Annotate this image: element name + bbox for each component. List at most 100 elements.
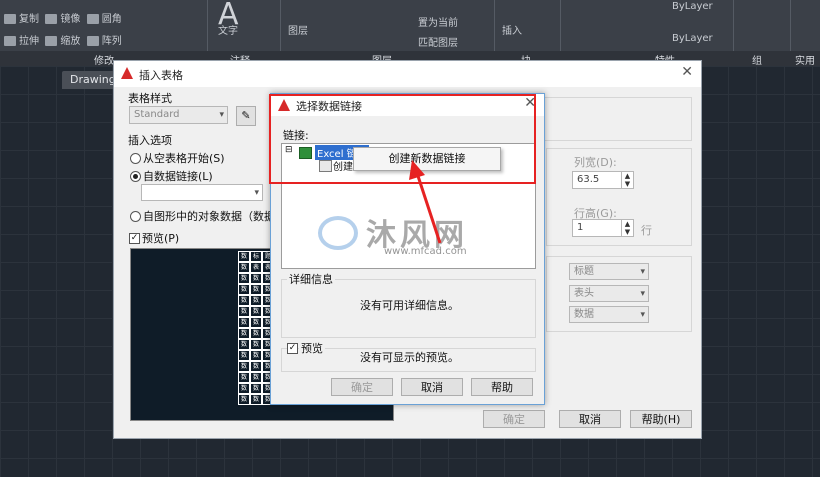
edit-icon: ✎ <box>241 109 251 122</box>
ribbon-row-2: 拉伸 缩放 阵列 <box>4 32 122 47</box>
radio-object-data-label[interactable]: 自图形中的对象数据（数据提 <box>143 208 286 224</box>
link-help-button[interactable]: 帮助 <box>471 378 533 396</box>
preview-cell: 数 <box>250 295 262 306</box>
chevron-down-icon: ▾ <box>254 188 259 198</box>
radio-empty-table-label[interactable]: 从空表格开始(S) <box>143 150 225 166</box>
link-preview-label[interactable]: 预览 <box>299 340 325 356</box>
preview-cell: 数 <box>238 284 250 295</box>
ribbon-separator <box>560 0 561 51</box>
preview-cell: 数 <box>250 317 262 328</box>
preview-cell: 数 <box>238 383 250 394</box>
layer-props-label[interactable]: 图层 <box>288 22 308 37</box>
autocad-logo-icon <box>121 67 133 79</box>
ribbon-separator <box>790 0 791 51</box>
details-text: 没有可用详细信息。 <box>360 299 459 312</box>
other-rows-style-select[interactable]: 数据 ▾ <box>569 306 649 323</box>
other-rows-style-value: 数据 <box>574 309 594 320</box>
link-preview-text: 没有可显示的预览。 <box>360 351 459 364</box>
preview-cell: 数 <box>238 394 250 405</box>
fillet-icon[interactable] <box>86 14 99 24</box>
chevron-down-icon: ▾ <box>219 110 224 120</box>
scale-icon[interactable] <box>45 36 58 46</box>
watermark-url: www.mfcad.com <box>384 246 467 257</box>
link-preview-checkbox[interactable]: ✓ <box>287 343 298 354</box>
mirror-icon[interactable] <box>45 14 58 24</box>
radio-empty-table[interactable] <box>130 153 141 164</box>
mirror-button[interactable]: 镜像 <box>60 14 80 25</box>
table-style-value: Standard <box>134 109 180 120</box>
col-width-label: 列宽(D): <box>574 156 617 169</box>
preview-cell: 数 <box>250 372 262 383</box>
chevron-down-icon: ▾ <box>640 289 645 299</box>
preview-column: 数数数数数数数数数数数数数数 <box>238 251 250 405</box>
linetype-select[interactable]: ByLayer <box>672 1 713 12</box>
panel-title-utilities[interactable]: 实用 <box>795 52 815 66</box>
spinner-arrows-icon[interactable]: ▲ ▼ <box>621 220 633 236</box>
details-label: 详细信息 <box>287 271 335 287</box>
insert-options-label: 插入选项 <box>128 134 172 147</box>
copy-button[interactable]: 复制 <box>19 14 39 25</box>
preview-cell: 表 <box>250 262 262 273</box>
insert-help-button[interactable]: 帮助(H) <box>630 410 692 428</box>
panel-title-groups[interactable]: 组 <box>752 52 762 66</box>
panel-title-modify[interactable]: 修改 <box>94 52 114 66</box>
scale-button[interactable]: 缩放 <box>60 36 80 47</box>
match-layer-button[interactable]: 匹配图层 <box>418 34 458 49</box>
table-style-dialog-button[interactable]: ✎ <box>236 106 256 126</box>
first-row-style-select[interactable]: 标题 ▾ <box>569 263 649 280</box>
ribbon-row-1: 复制 镜像 圆角 <box>4 10 122 25</box>
chevron-down-icon: ▾ <box>640 267 645 277</box>
table-style-select[interactable]: Standard ▾ <box>129 106 228 124</box>
link-cancel-button[interactable]: 取消 <box>401 378 463 396</box>
array-icon[interactable] <box>86 36 99 46</box>
copy-icon[interactable] <box>4 14 16 24</box>
array-button[interactable]: 阵列 <box>102 36 122 47</box>
table-style-label: 表格样式 <box>128 92 172 105</box>
spinner-arrows-icon[interactable]: ▲ ▼ <box>621 172 633 188</box>
insert-dialog-title: 插入表格 <box>139 69 183 82</box>
preview-column: 标表数数数数数数数数数数数数 <box>250 251 262 405</box>
preview-cell: 数 <box>250 339 262 350</box>
preview-checkbox-label[interactable]: 预览(P) <box>142 230 179 246</box>
insert-ok-button[interactable]: 确定 <box>483 410 545 428</box>
preview-cell: 标 <box>250 251 262 262</box>
preview-cell: 数 <box>238 328 250 339</box>
data-link-select[interactable]: ▾ <box>141 184 263 201</box>
radio-data-link[interactable] <box>130 171 141 182</box>
preview-cell: 数 <box>238 361 250 372</box>
set-current-button[interactable]: 置为当前 <box>418 14 458 29</box>
ribbon-separator <box>207 0 208 51</box>
insert-block-button[interactable]: 插入 <box>502 22 522 37</box>
preview-cell: 数 <box>250 306 262 317</box>
text-tool-label[interactable]: 文字 <box>218 22 238 37</box>
first-row-style-value: 标题 <box>574 266 594 277</box>
watermark-logo: 沐风网 www.mfcad.com <box>318 210 508 270</box>
close-icon[interactable]: ✕ <box>681 64 693 80</box>
col-width-spinner[interactable]: 63.5 ▲ ▼ <box>572 171 634 189</box>
watermark-emblem-icon <box>318 216 358 250</box>
preview-cell: 数 <box>250 328 262 339</box>
preview-cell: 数 <box>250 284 262 295</box>
stretch-button[interactable]: 拉伸 <box>19 36 39 47</box>
radio-object-data[interactable] <box>130 211 141 222</box>
fillet-button[interactable]: 圆角 <box>102 14 122 25</box>
preview-cell: 数 <box>238 317 250 328</box>
preview-cell: 数 <box>250 273 262 284</box>
preview-cell: 数 <box>238 273 250 284</box>
preview-cell: 数 <box>238 262 250 273</box>
preview-checkbox[interactable]: ✓ <box>129 233 140 244</box>
stretch-icon[interactable] <box>4 36 16 46</box>
preview-cell: 数 <box>238 251 250 262</box>
insert-cancel-button[interactable]: 取消 <box>559 410 621 428</box>
col-width-value: 63.5 <box>577 174 600 185</box>
ribbon-separator <box>733 0 734 51</box>
preview-cell: 数 <box>238 350 250 361</box>
second-row-style-select[interactable]: 表头 ▾ <box>569 285 649 302</box>
lineweight-select[interactable]: ByLayer <box>672 33 713 44</box>
radio-data-link-label[interactable]: 自数据链接(L) <box>143 168 213 184</box>
second-row-style-value: 表头 <box>574 288 594 299</box>
preview-cell: 数 <box>250 361 262 372</box>
row-height-spinner[interactable]: 1 ▲ ▼ <box>572 219 634 237</box>
link-ok-button[interactable]: 确定 <box>331 378 393 396</box>
row-height-value: 1 <box>577 222 584 233</box>
